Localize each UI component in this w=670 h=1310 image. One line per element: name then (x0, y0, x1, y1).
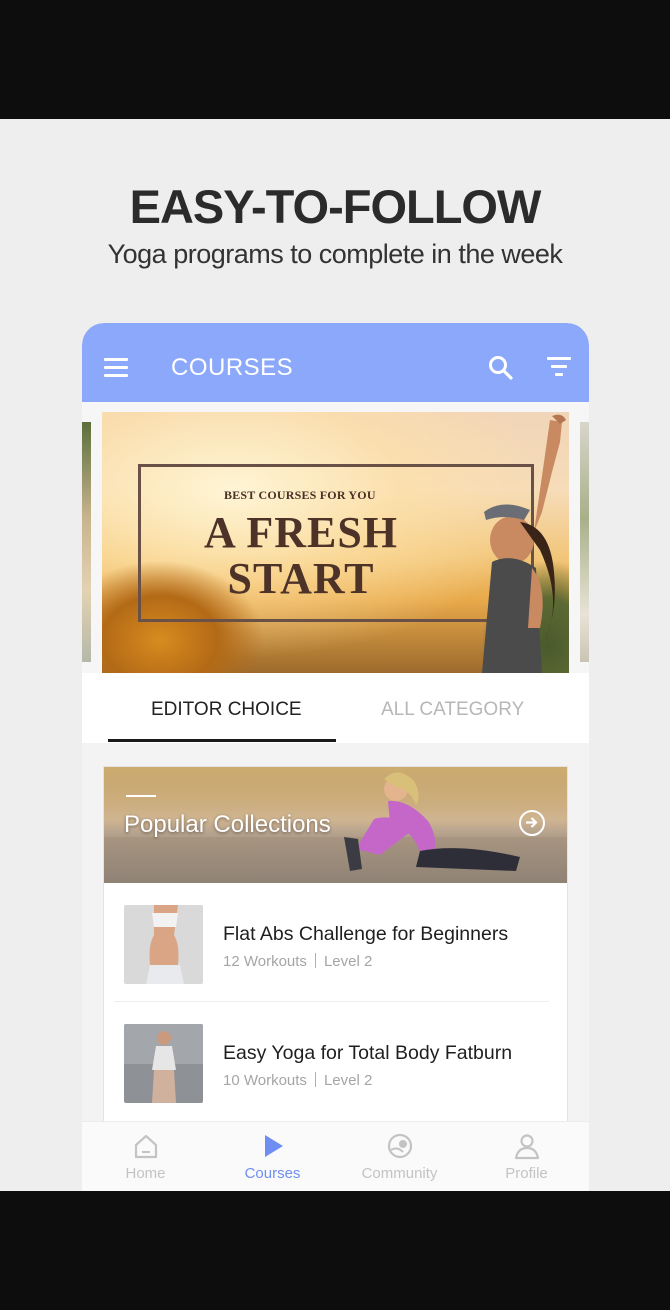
next-banner-peek[interactable] (580, 422, 589, 662)
collection-figure-image (344, 772, 520, 871)
promo-subline: Yoga programs to complete in the week (107, 239, 563, 269)
arrow-right-circle-icon[interactable] (519, 810, 545, 836)
previous-banner-peek[interactable] (82, 422, 91, 662)
course-level: Level 2 (323, 953, 373, 970)
course-title: Flat Abs Challenge for Beginners (223, 923, 509, 945)
nav-courses[interactable]: Courses (209, 1122, 336, 1191)
course-meta: 12 Workouts Level 2 (223, 953, 372, 970)
nav-home[interactable]: Home (82, 1122, 209, 1191)
banner-kicker: BEST COURSES FOR YOU (224, 488, 376, 502)
banner-title: A FRESH START (176, 510, 426, 602)
course-workout-count: 10 Workouts (223, 1072, 307, 1089)
course-list-item[interactable]: Flat Abs Challenge for Beginners 12 Work… (104, 883, 567, 1001)
course-thumbnail (124, 905, 203, 984)
play-icon (264, 1135, 283, 1157)
nav-home-label: Home (125, 1165, 166, 1182)
tab-all-category[interactable]: ALL CATEGORY (381, 699, 524, 721)
app-bar-title: COURSES (171, 354, 294, 381)
course-list-item[interactable]: Easy Yoga for Total Body Fatburn 10 Work… (104, 1002, 567, 1120)
nav-profile-label: Profile (505, 1165, 548, 1182)
collection-card: Popular Collections Flat Abs Challenge f… (103, 766, 568, 1146)
profile-icon (514, 1134, 539, 1160)
nav-courses-label: Courses (244, 1165, 301, 1182)
course-level: Level 2 (323, 1072, 373, 1089)
app-bar: COURSES (82, 323, 589, 402)
nav-community[interactable]: Community (336, 1122, 463, 1191)
popular-collections-header[interactable]: Popular Collections (104, 767, 567, 883)
bottom-navigation: Home Courses Community Profile (82, 1121, 589, 1191)
meta-separator (314, 953, 316, 968)
collection-title: Popular Collections (124, 811, 331, 838)
active-tab-indicator (108, 739, 336, 742)
home-icon (134, 1134, 157, 1159)
community-icon (387, 1133, 412, 1159)
course-tabs: EDITOR CHOICE ALL CATEGORY (82, 673, 589, 743)
banner-title-line2: START (227, 554, 375, 603)
yoga-woman-image (482, 414, 566, 673)
course-meta: 10 Workouts Level 2 (223, 1072, 372, 1089)
banner-title-line1: A FRESH (203, 508, 399, 557)
promo-canvas: EASY-TO-FOLLOW Yoga programs to complete… (0, 119, 670, 1191)
collection-title-accent (126, 795, 156, 797)
meta-separator (314, 1072, 316, 1087)
app-screen: COURSES BEST COURSES FOR YOU A FRESH STA… (82, 323, 589, 1191)
course-title: Easy Yoga for Total Body Fatburn (223, 1042, 513, 1064)
tab-editor-choice[interactable]: EDITOR CHOICE (151, 699, 302, 721)
nav-community-label: Community (361, 1165, 438, 1182)
menu-icon[interactable] (104, 358, 130, 378)
featured-banner[interactable]: BEST COURSES FOR YOU A FRESH START (102, 412, 569, 673)
search-icon[interactable] (486, 353, 516, 383)
banner-carousel[interactable]: BEST COURSES FOR YOU A FRESH START (82, 402, 589, 673)
course-workout-count: 12 Workouts (223, 953, 307, 970)
promo-headline: EASY-TO-FOLLOW (129, 180, 542, 233)
course-thumbnail (124, 1024, 203, 1103)
nav-profile[interactable]: Profile (463, 1122, 589, 1191)
filter-icon[interactable] (547, 357, 573, 379)
